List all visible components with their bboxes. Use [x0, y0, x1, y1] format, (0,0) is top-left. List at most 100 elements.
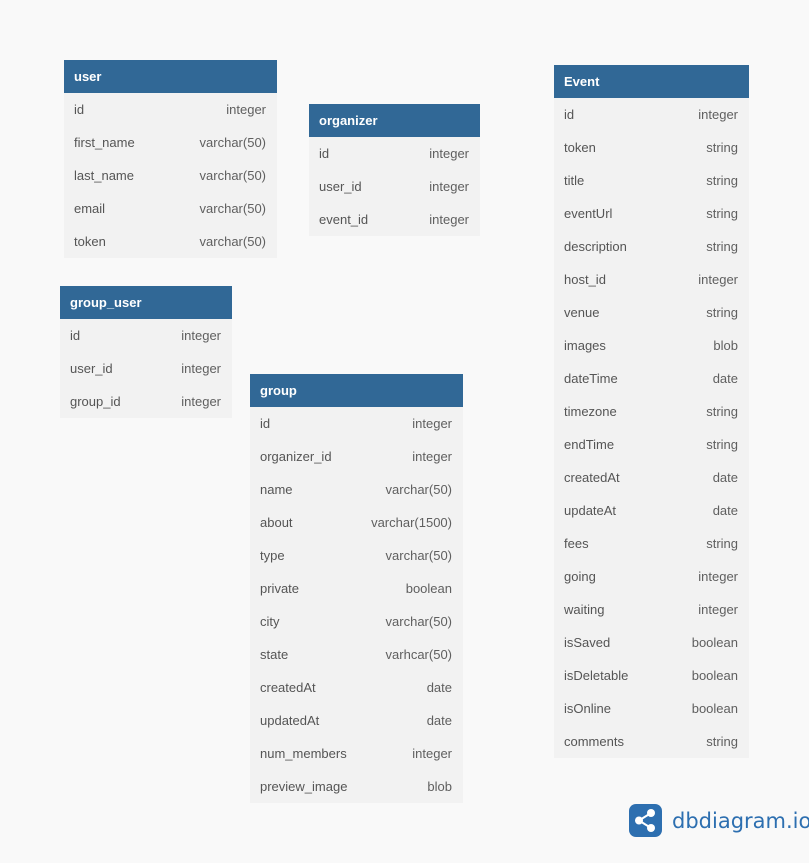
table-row[interactable]: id integer	[250, 407, 463, 440]
field-type: integer	[226, 102, 266, 117]
brand-name: dbdiagram.io	[672, 808, 809, 833]
field-type: integer	[429, 146, 469, 161]
field-name: type	[260, 548, 285, 563]
table-row[interactable]: private boolean	[250, 572, 463, 605]
field-name: user_id	[70, 361, 113, 376]
field-type: integer	[412, 416, 452, 431]
table-row[interactable]: description string	[554, 230, 749, 263]
table-row[interactable]: createdAt date	[250, 671, 463, 704]
table-row[interactable]: user_id integer	[60, 352, 232, 385]
field-type: string	[706, 173, 738, 188]
field-type: integer	[429, 212, 469, 227]
table-row[interactable]: timezone string	[554, 395, 749, 428]
field-type: varchar(50)	[199, 201, 266, 216]
table-row[interactable]: going integer	[554, 560, 749, 593]
table-row[interactable]: email varchar(50)	[64, 192, 277, 225]
field-name: eventUrl	[564, 206, 613, 221]
field-type: varchar(50)	[199, 234, 266, 249]
table-row[interactable]: id integer	[309, 137, 480, 170]
table-row[interactable]: updateAt date	[554, 494, 749, 527]
field-name: first_name	[74, 135, 135, 150]
table-group-user[interactable]: group_user id integer user_id integer group_…	[60, 286, 232, 418]
table-row[interactable]: images blob	[554, 329, 749, 362]
table-row[interactable]: group_id integer	[60, 385, 232, 418]
table-row[interactable]: last_name varchar(50)	[64, 159, 277, 192]
table-row[interactable]: city varchar(50)	[250, 605, 463, 638]
table-row[interactable]: dateTime date	[554, 362, 749, 395]
table-row[interactable]: token varchar(50)	[64, 225, 277, 258]
table-user[interactable]: user id integer first_name varchar(50) last_…	[64, 60, 277, 258]
field-type: varchar(50)	[199, 168, 266, 183]
table-row[interactable]: eventUrl string	[554, 197, 749, 230]
field-type: integer	[429, 179, 469, 194]
table-row[interactable]: isOnline boolean	[554, 692, 749, 725]
field-name: preview_image	[260, 779, 348, 794]
table-row[interactable]: createdAt date	[554, 461, 749, 494]
table-row[interactable]: endTime string	[554, 428, 749, 461]
table-rows: id integer user_id integer group_id integer	[60, 319, 232, 418]
table-row[interactable]: event_id integer	[309, 203, 480, 236]
table-row[interactable]: title string	[554, 164, 749, 197]
table-row[interactable]: first_name varchar(50)	[64, 126, 277, 159]
field-type: blob	[713, 338, 738, 353]
field-type: string	[706, 206, 738, 221]
table-row[interactable]: updatedAt date	[250, 704, 463, 737]
field-type: varchar(50)	[385, 614, 452, 629]
field-name: private	[260, 581, 300, 596]
table-header[interactable]: organizer	[309, 104, 480, 137]
table-row[interactable]: organizer_id integer	[250, 440, 463, 473]
table-header[interactable]: Event	[554, 65, 749, 98]
table-event[interactable]: Event id integer token string title string eve…	[554, 65, 749, 758]
field-name: timezone	[564, 404, 617, 419]
table-header[interactable]: group	[250, 374, 463, 407]
field-name: name	[260, 482, 293, 497]
table-row[interactable]: id integer	[554, 98, 749, 131]
table-row[interactable]: token string	[554, 131, 749, 164]
field-name: going	[564, 569, 596, 584]
share-nodes-icon	[629, 804, 662, 837]
table-organizer[interactable]: organizer id integer user_id integer event_i…	[309, 104, 480, 236]
field-type: boolean	[691, 701, 738, 716]
field-type: varhcar(50)	[385, 647, 452, 662]
table-row[interactable]: user_id integer	[309, 170, 480, 203]
field-name: title	[564, 173, 585, 188]
field-type: varchar(50)	[385, 482, 452, 497]
field-name: about	[260, 515, 293, 530]
table-row[interactable]: comments string	[554, 725, 749, 758]
table-header[interactable]: group_user	[60, 286, 232, 319]
table-row[interactable]: about varchar(1500)	[250, 506, 463, 539]
table-group[interactable]: group id integer organizer_id integername va…	[250, 374, 463, 803]
field-name: id	[564, 107, 575, 122]
table-row[interactable]: name varchar(50)	[250, 473, 463, 506]
table-row[interactable]: isSaved boolean	[554, 626, 749, 659]
field-name: venue	[564, 305, 600, 320]
table-row[interactable]: preview_image blob	[250, 770, 463, 803]
table-row[interactable]: id integer	[60, 319, 232, 352]
brand-logo[interactable]: dbdiagram.io	[629, 804, 809, 837]
field-type: date	[426, 680, 452, 695]
field-type: date	[712, 503, 738, 518]
field-name: id	[70, 328, 81, 343]
table-row[interactable]: waiting integer	[554, 593, 749, 626]
field-name: last_name	[74, 168, 134, 183]
field-type: blob	[427, 779, 452, 794]
field-type: date	[712, 371, 738, 386]
table-row[interactable]: type varchar(50)	[250, 539, 463, 572]
field-name: createdAt	[564, 470, 620, 485]
field-name: endTime	[564, 437, 615, 452]
table-row[interactable]: num_members integer	[250, 737, 463, 770]
table-row[interactable]: host_id integer	[554, 263, 749, 296]
field-name: dateTime	[564, 371, 618, 386]
table-row[interactable]: id integer	[64, 93, 277, 126]
table-row[interactable]: fees string	[554, 527, 749, 560]
field-type: integer	[698, 107, 738, 122]
field-type: string	[706, 437, 738, 452]
table-row[interactable]: state varhcar(50)	[250, 638, 463, 671]
field-name: comments	[564, 734, 624, 749]
table-row[interactable]: venue string	[554, 296, 749, 329]
table-row[interactable]: isDeletable boolean	[554, 659, 749, 692]
field-type: boolean	[405, 581, 452, 596]
table-header[interactable]: user	[64, 60, 277, 93]
field-name: num_members	[260, 746, 347, 761]
field-type: integer	[181, 361, 221, 376]
